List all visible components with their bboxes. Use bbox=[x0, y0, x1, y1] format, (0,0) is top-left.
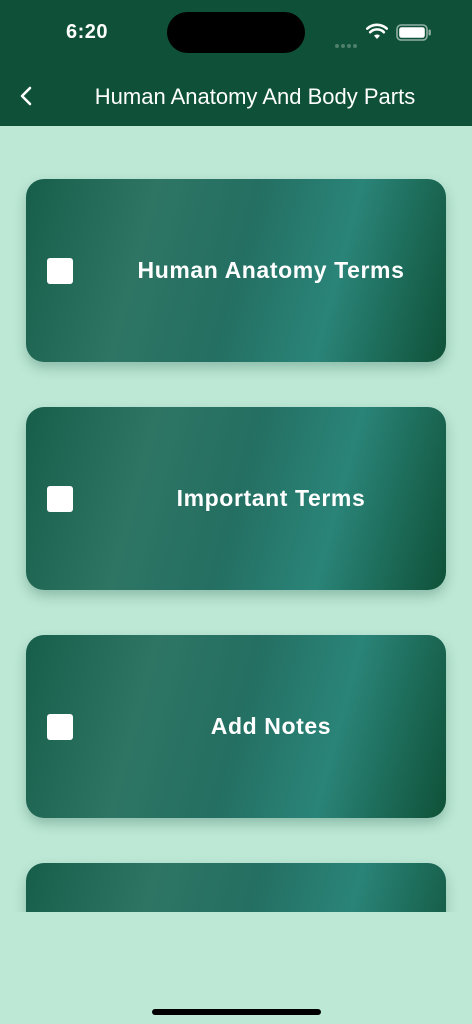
dynamic-island bbox=[167, 12, 305, 53]
menu-list: Human Anatomy Terms Important Terms Add … bbox=[0, 126, 472, 912]
menu-card-add-notes[interactable]: Add Notes bbox=[26, 635, 446, 818]
battery-icon bbox=[396, 24, 431, 41]
navigation-bar: Human Anatomy And Body Parts bbox=[0, 64, 472, 126]
card-label: Add Notes bbox=[210, 713, 332, 739]
chevron-left-icon[interactable] bbox=[14, 82, 38, 110]
card-checkbox[interactable] bbox=[47, 258, 73, 284]
menu-card-human-anatomy-terms[interactable]: Human Anatomy Terms bbox=[26, 179, 446, 362]
menu-card-partial[interactable] bbox=[26, 863, 446, 912]
wifi-icon bbox=[366, 23, 388, 39]
app-header: 6:20 Human Anatomy And Body Parts bbox=[0, 0, 472, 126]
card-checkbox[interactable] bbox=[47, 714, 73, 740]
page-title: Human Anatomy And Body Parts bbox=[94, 84, 416, 109]
status-bar: 6:20 bbox=[0, 0, 472, 64]
card-checkbox[interactable] bbox=[47, 486, 73, 512]
menu-card-important-terms[interactable]: Important Terms bbox=[26, 407, 446, 590]
status-time: 6:20 bbox=[66, 21, 109, 43]
home-indicator bbox=[152, 1009, 321, 1015]
cellular-signal-icon bbox=[335, 35, 359, 48]
card-label: Important Terms bbox=[176, 485, 366, 511]
card-label: Human Anatomy Terms bbox=[137, 257, 405, 283]
